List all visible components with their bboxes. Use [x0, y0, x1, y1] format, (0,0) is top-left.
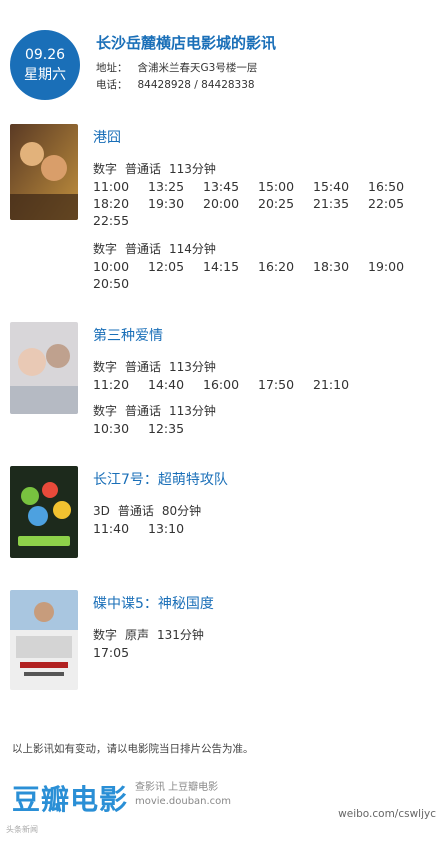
- showtime-list: 11:40 13:10: [93, 520, 423, 537]
- showtime-list: 11:00 13:25 13:45 15:00 15:40 16:50 18:2…: [93, 178, 423, 229]
- weekday-text: 星期六: [24, 67, 66, 83]
- showtime[interactable]: 19:30: [148, 195, 203, 212]
- duration-text: 131分钟: [157, 628, 204, 642]
- poster-image[interactable]: [10, 124, 78, 220]
- language-text: 普通话: [125, 404, 162, 418]
- format-text: 3D: [93, 504, 110, 518]
- showtime[interactable]: 15:00: [258, 178, 313, 195]
- showtime[interactable]: 19:00: [368, 258, 423, 275]
- showtime[interactable]: 17:50: [258, 376, 313, 393]
- showtime[interactable]: 14:40: [148, 376, 203, 393]
- showtime[interactable]: 10:00: [93, 258, 148, 275]
- film-title[interactable]: 港囧: [93, 127, 121, 147]
- phone-text: 84428928 / 84428338: [137, 79, 255, 91]
- showtime-list: 17:05: [93, 644, 423, 661]
- douban-subtitle: 查影讯 上豆瓣电影 movie.douban.com: [135, 781, 231, 809]
- language-text: 普通话: [125, 360, 162, 374]
- showtime-block: 数字 普通话 113分钟 11:20 14:40 16:00 17:50 21:10: [93, 358, 423, 393]
- showtime-meta: 3D 普通话 80分钟: [93, 502, 423, 520]
- notice-text: 以上影讯如有变动，请以电影院当日排片公告为准。: [12, 743, 254, 755]
- format-text: 数字: [93, 360, 118, 374]
- showtime-list: 10:00 12:05 14:15 16:20 18:30 19:00 20:5…: [93, 258, 423, 292]
- showtime[interactable]: 21:35: [313, 195, 368, 212]
- language-text: 普通话: [117, 504, 154, 518]
- showtime-meta: 数字 普通话 114分钟: [93, 240, 423, 258]
- showtime-list: 10:30 12:35: [93, 420, 423, 437]
- douban-url[interactable]: movie.douban.com: [135, 795, 231, 809]
- address-label: 地址：: [96, 62, 128, 74]
- showtime[interactable]: 20:25: [258, 195, 313, 212]
- douban-sub-text: 查影讯 上豆瓣电影: [135, 782, 219, 793]
- showtime[interactable]: 17:05: [93, 644, 148, 661]
- format-text: 数字: [93, 162, 118, 176]
- address-text: 含浦米兰春天G3号楼一层: [137, 62, 258, 74]
- showtime[interactable]: 14:15: [203, 258, 258, 275]
- poster-image[interactable]: [10, 322, 78, 414]
- news-watermark: 头条新闻: [6, 825, 38, 834]
- showtime[interactable]: 12:05: [148, 258, 203, 275]
- weibo-watermark: weibo.com/cswljyc: [338, 808, 436, 820]
- format-text: 数字: [93, 404, 118, 418]
- language-text: 普通话: [125, 162, 162, 176]
- showtime[interactable]: 13:10: [148, 520, 203, 537]
- showtime[interactable]: 18:30: [313, 258, 368, 275]
- douban-movie-logo[interactable]: 豆瓣电影: [12, 778, 128, 818]
- date-badge: 09.26 星期六: [10, 30, 80, 100]
- film-title[interactable]: 第三种爱情: [93, 325, 163, 345]
- showtime-meta: 数字 普通话 113分钟: [93, 358, 423, 376]
- language-text: 普通话: [125, 242, 162, 256]
- showtime[interactable]: 21:10: [313, 376, 368, 393]
- showtime-block: 数字 原声 131分钟 17:05: [93, 626, 423, 661]
- date-text: 09.26: [24, 47, 66, 63]
- showtime-list: 11:20 14:40 16:00 17:50 21:10: [93, 376, 423, 393]
- format-text: 数字: [93, 242, 118, 256]
- language-text: 原声: [125, 628, 150, 642]
- showtime[interactable]: 10:30: [93, 420, 148, 437]
- cinema-title: 长沙岳麓横店电影城的影讯: [96, 34, 277, 52]
- showtime[interactable]: 15:40: [313, 178, 368, 195]
- showtime-block: 数字 普通话 114分钟 10:00 12:05 14:15 16:20 18:30…: [93, 240, 423, 292]
- showtime-meta: 数字 普通话 113分钟: [93, 402, 423, 420]
- showtime[interactable]: 16:50: [368, 178, 423, 195]
- showtime[interactable]: 12:35: [148, 420, 203, 437]
- poster-image[interactable]: [10, 590, 78, 690]
- showtime[interactable]: 13:45: [203, 178, 258, 195]
- showtime-meta: 数字 普通话 113分钟: [93, 160, 423, 178]
- format-text: 数字: [93, 628, 118, 642]
- duration-text: 114分钟: [169, 242, 216, 256]
- showtime[interactable]: 22:55: [93, 212, 148, 229]
- film-title[interactable]: 长江7号：超萌特攻队: [93, 469, 228, 489]
- showtime-meta: 数字 原声 131分钟: [93, 626, 423, 644]
- duration-text: 80分钟: [161, 504, 202, 518]
- showtime-block: 3D 普通话 80分钟 11:40 13:10: [93, 502, 423, 537]
- cinema-info: 地址： 含浦米兰春天G3号楼一层 电话： 84428928 / 84428338: [96, 60, 257, 94]
- showtime[interactable]: 11:40: [93, 520, 148, 537]
- phone-label: 电话：: [96, 79, 128, 91]
- showtime[interactable]: 22:05: [368, 195, 423, 212]
- showtime-block: 数字 普通话 113分钟 11:00 13:25 13:45 15:00 15:40…: [93, 160, 423, 229]
- showtime[interactable]: 20:00: [203, 195, 258, 212]
- showtime-block: 数字 普通话 113分钟 10:30 12:35: [93, 402, 423, 437]
- showtime[interactable]: 11:00: [93, 178, 148, 195]
- showtime[interactable]: 11:20: [93, 376, 148, 393]
- showtime[interactable]: 20:50: [93, 275, 148, 292]
- showtime[interactable]: 13:25: [148, 178, 203, 195]
- showtime[interactable]: 16:20: [258, 258, 313, 275]
- showtime[interactable]: 18:20: [93, 195, 148, 212]
- duration-text: 113分钟: [169, 162, 216, 176]
- film-title[interactable]: 碟中谍5：神秘国度: [93, 593, 214, 613]
- showtime[interactable]: 16:00: [203, 376, 258, 393]
- duration-text: 113分钟: [169, 404, 216, 418]
- poster-image[interactable]: [10, 466, 78, 558]
- duration-text: 113分钟: [169, 360, 216, 374]
